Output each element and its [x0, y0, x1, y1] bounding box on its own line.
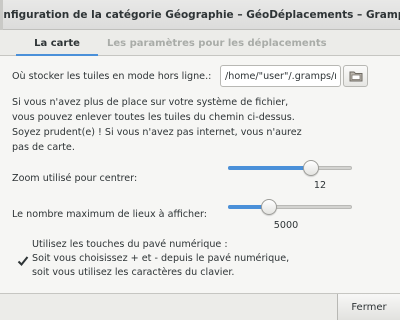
zoom-value: 12 [313, 180, 327, 191]
folder-icon [349, 71, 362, 82]
info-line: pas de carte. [12, 142, 75, 153]
zoom-slider[interactable] [228, 158, 352, 178]
tiles-path-input[interactable] [220, 65, 341, 87]
max-places-slider[interactable] [228, 197, 352, 217]
tab-la-carte[interactable]: La carte [16, 34, 98, 56]
tiles-path-label: Où stocker les tuiles en mode hors ligne… [12, 71, 212, 82]
browse-folder-button[interactable] [343, 65, 368, 87]
info-line: Soyez prudent(e) ! Si vous n'avez pas in… [12, 127, 302, 138]
window-title: Configuration de la catégorie Géographie… [0, 8, 400, 21]
max-places-value: 5000 [273, 220, 299, 231]
tab-bar: La carte Les paramètres pour les déplace… [0, 30, 400, 56]
close-button[interactable]: Fermer [337, 294, 400, 320]
tab-parametres-deplacements[interactable]: Les paramètres pour les déplacements [107, 34, 327, 56]
keypad-line: soit vous utilisez les caractères du cla… [32, 267, 235, 278]
zoom-slider-handle[interactable] [303, 160, 319, 176]
max-places-label: Le nombre maximum de lieux à afficher: [12, 209, 208, 220]
info-line: Si vous n'avez plus de place sur votre s… [12, 97, 289, 108]
zoom-slider-fill [228, 166, 311, 170]
keypad-option-text: Utilisez les touches du pavé numérique :… [18, 238, 298, 280]
titlebar-edge [0, 0, 3, 30]
info-line: vous pouvez enlever toutes les tuiles du… [12, 112, 295, 123]
max-places-slider-handle[interactable] [261, 199, 277, 215]
keypad-line: Soit vous choisissez + et - depuis le pa… [32, 253, 290, 264]
storage-warning-text: Si vous n'avez plus de place sur votre s… [12, 95, 312, 155]
zoom-label: Zoom utilisé pour centrer: [12, 173, 138, 184]
keypad-line: Utilisez les touches du pavé numérique : [32, 239, 228, 250]
window-titlebar[interactable]: Configuration de la catégorie Géographie… [0, 0, 400, 30]
